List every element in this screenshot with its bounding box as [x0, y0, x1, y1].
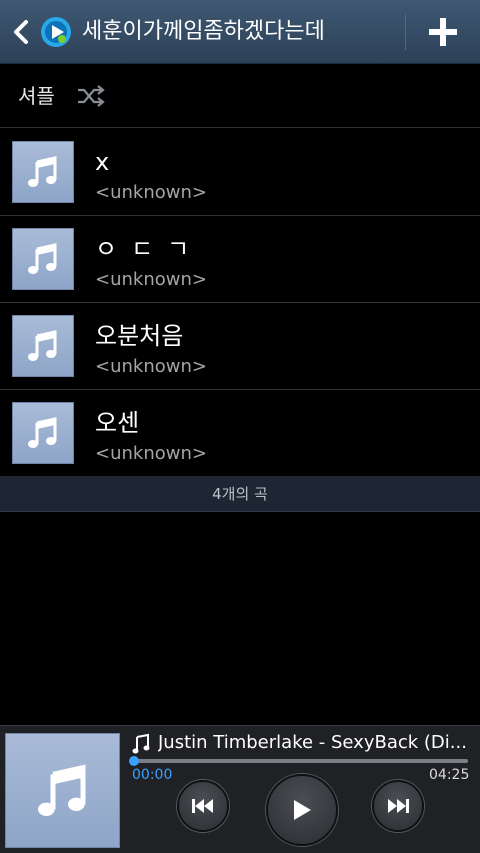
plus-icon [429, 18, 457, 46]
previous-button[interactable] [177, 780, 229, 832]
song-title: 오분처음 [95, 322, 184, 350]
play-button[interactable] [266, 774, 338, 846]
top-app-bar: 세훈이가께임좀하겠다는데 [0, 0, 480, 64]
music-note-icon [28, 156, 57, 187]
back-button[interactable] [8, 17, 34, 47]
song-artist: <unknown> [95, 269, 207, 290]
song-artist: <unknown> [95, 356, 207, 377]
song-row[interactable]: x <unknown> [0, 129, 480, 216]
shuffle-label: 셔플 [18, 84, 55, 108]
mini-player: Justin Timberlake - SexyBack (Di... 00:0… [0, 725, 480, 853]
music-note-icon [28, 417, 57, 448]
shuffle-icon [78, 85, 105, 107]
total-time: 04:25 [429, 767, 470, 783]
song-row[interactable]: 오센 <unknown> [0, 390, 480, 477]
chevron-left-icon [14, 20, 28, 44]
progress-handle[interactable] [129, 756, 139, 766]
song-row[interactable]: ㅇㄷㄱ <unknown> [0, 216, 480, 303]
song-title: 오센 [95, 409, 140, 437]
previous-icon [192, 799, 213, 813]
play-icon [294, 800, 311, 820]
progress-bar[interactable] [129, 756, 468, 766]
song-artist: <unknown> [95, 182, 207, 203]
music-player-logo-icon [41, 17, 71, 47]
shuffle-row[interactable]: 셔플 [0, 64, 480, 128]
current-time: 00:00 [132, 767, 173, 783]
album-art-thumbnail [12, 141, 74, 203]
now-playing-album-art[interactable] [5, 733, 120, 848]
music-note-icon [28, 330, 57, 361]
playlist-title: 세훈이가께임좀하겠다는데 [82, 19, 325, 44]
album-art-thumbnail [12, 402, 74, 464]
song-row[interactable]: 오분처음 <unknown> [0, 303, 480, 390]
music-note-icon [37, 764, 85, 816]
now-playing-title[interactable]: Justin Timberlake - SexyBack (Di... [158, 730, 470, 756]
song-title: x [95, 148, 110, 176]
song-title: ㅇㄷㄱ [95, 235, 204, 263]
next-button[interactable] [372, 780, 424, 832]
song-artist: <unknown> [95, 443, 207, 464]
album-art-thumbnail [12, 228, 74, 290]
album-art-thumbnail [12, 315, 74, 377]
song-count: 4개의 곡 [0, 476, 480, 512]
music-note-icon [28, 243, 57, 274]
music-note-icon [132, 733, 150, 754]
divider [405, 14, 406, 50]
next-icon [388, 799, 409, 813]
add-button[interactable] [418, 12, 468, 52]
